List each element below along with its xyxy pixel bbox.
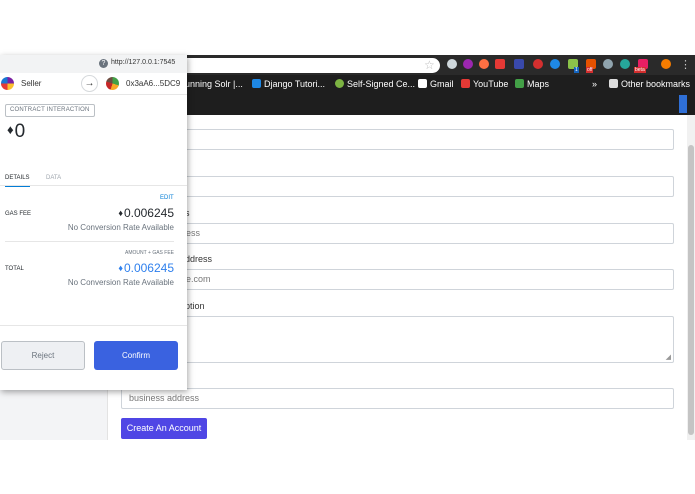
maps-icon	[515, 79, 524, 88]
bookmark-folder[interactable]: Other bookmarks	[609, 78, 690, 90]
create-account-button[interactable]: Create An Account	[121, 418, 207, 439]
form-field-input[interactable]	[121, 176, 674, 197]
bookmark-star-icon[interactable]: ☆	[424, 57, 435, 73]
extension-icon[interactable]	[447, 59, 457, 69]
extension-icon[interactable]	[463, 59, 473, 69]
bookmark-item[interactable]: Django Tutori...	[252, 78, 325, 90]
scrollbar-thumb[interactable]	[688, 145, 694, 435]
extension-badge-count: 1	[574, 67, 579, 73]
screenshot-stage: ☆ off 1 beta ⋮ unning Solr |... Django T…	[0, 0, 695, 494]
contract-interaction-badge: CONTRACT INTERACTION	[5, 104, 95, 117]
section-divider	[5, 241, 174, 242]
bookmark-item[interactable]: unning Solr |...	[185, 78, 243, 90]
gas-fee-amount: ♦0.006245	[118, 206, 174, 220]
email-address-label: ddress	[185, 254, 213, 264]
form-field-input[interactable]	[121, 129, 674, 150]
browser-tabstrip-edge	[185, 93, 695, 115]
metamask-confirm-popup: ? http://127.0.0.1:7545 Seller → 0x3aA6.…	[0, 55, 187, 390]
gas-fee-conversion: No Conversion Rate Available	[67, 223, 174, 232]
tab-edge-indicator	[679, 95, 687, 113]
total-conversion: No Conversion Rate Available	[67, 278, 174, 287]
edit-gas-link[interactable]: EDIT	[160, 195, 174, 201]
extension-icon[interactable]	[603, 59, 613, 69]
amount-plus-gas-caption: AMOUNT + GAS FEE	[125, 250, 174, 256]
reject-button[interactable]: Reject	[1, 341, 85, 370]
extension-icon[interactable]	[533, 59, 543, 69]
extension-icon[interactable]	[514, 59, 524, 69]
bookmarks-bar: unning Solr |... Django Tutori... Self-S…	[185, 75, 695, 93]
extension-badge-off: off	[586, 67, 594, 73]
origin-url: http://127.0.0.1:7545	[111, 59, 176, 66]
business-address-input[interactable]: business address	[121, 388, 674, 409]
bookmark-item[interactable]: Self-Signed Ce...	[335, 78, 415, 90]
description-textarea[interactable]: ◢	[121, 316, 674, 363]
arrow-right-icon: →	[81, 75, 98, 92]
folder-icon	[609, 79, 618, 88]
account-route: Seller → 0x3aA6...5DC9	[0, 73, 187, 95]
tab-data[interactable]: DATA	[46, 173, 61, 183]
extension-icon[interactable]	[550, 59, 560, 69]
bookmark-icon	[335, 79, 344, 88]
business-name-placeholder: ess	[186, 228, 201, 238]
recipient-address[interactable]: 0x3aA6...5DC9	[126, 79, 180, 88]
bookmark-item[interactable]: Maps	[515, 78, 549, 90]
amount-value: 0	[14, 121, 26, 142]
ethereum-icon: ♦	[118, 263, 123, 273]
business-name-input[interactable]: ess	[121, 223, 674, 244]
resize-handle-icon[interactable]: ◢	[666, 353, 671, 361]
bookmark-item[interactable]: YouTube	[461, 78, 508, 90]
ethereum-icon: ♦	[7, 122, 14, 137]
confirm-button[interactable]: Confirm	[94, 341, 178, 370]
transaction-amount: ♦0	[7, 121, 25, 143]
browser-menu-icon[interactable]: ⋮	[680, 57, 691, 73]
tab-details[interactable]: DETAILS	[5, 173, 30, 187]
profile-avatar-icon[interactable]	[661, 59, 671, 69]
sender-avatar-icon	[1, 77, 14, 90]
ethereum-icon: ♦	[118, 208, 123, 218]
bookmarks-overflow-button[interactable]: »	[592, 78, 597, 90]
origin-url-row: ? http://127.0.0.1:7545	[0, 55, 187, 73]
bookmark-icon	[252, 79, 261, 88]
extension-icon[interactable]	[479, 59, 489, 69]
total-value: 0.006245	[123, 261, 174, 275]
total-label: TOTAL	[5, 266, 24, 272]
gmail-icon	[418, 79, 427, 88]
extension-icon[interactable]	[495, 59, 505, 69]
footer-divider	[0, 325, 187, 326]
gas-fee-label: GAS FEE	[5, 211, 32, 217]
description-label: ption	[185, 301, 205, 311]
extension-badge-beta: beta	[634, 67, 646, 73]
youtube-icon	[461, 79, 470, 88]
sender-account-name[interactable]: Seller	[21, 79, 41, 88]
total-amount: ♦0.006245	[118, 261, 174, 275]
email-placeholder: e.com	[186, 274, 211, 284]
email-input[interactable]: e.com	[121, 269, 674, 290]
address-bar[interactable]	[185, 58, 440, 73]
gas-fee-value: 0.006245	[123, 206, 174, 220]
recipient-avatar-icon	[106, 77, 119, 90]
bookmark-item[interactable]: Gmail	[418, 78, 454, 90]
detail-tabs: DETAILS DATA	[0, 170, 187, 187]
extension-icon[interactable]	[620, 59, 630, 69]
help-icon[interactable]: ?	[99, 59, 108, 68]
page-scrollbar[interactable]	[687, 115, 695, 440]
